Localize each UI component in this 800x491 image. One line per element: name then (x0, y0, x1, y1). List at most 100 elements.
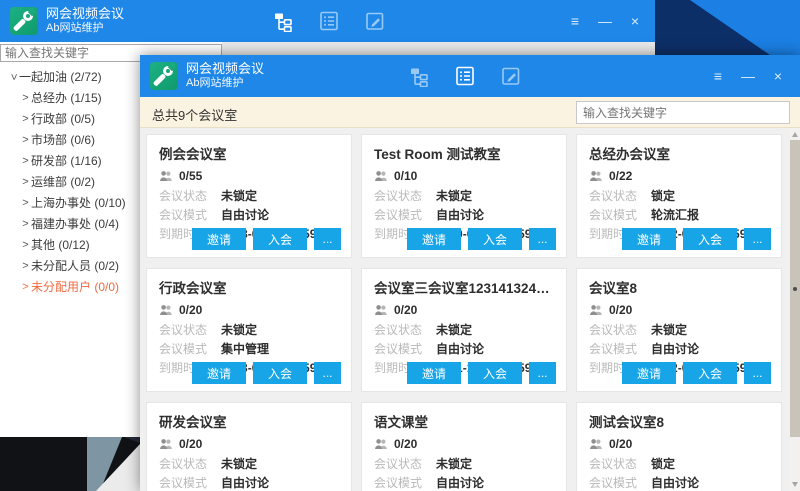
org-chart-icon[interactable] (408, 65, 430, 87)
mode-value: 集中管理 (221, 340, 269, 357)
status-value: 未锁定 (221, 455, 257, 472)
invite-button[interactable]: 邀请 (622, 362, 676, 384)
window-title: 网会视频会议 (186, 62, 264, 77)
join-button[interactable]: 入会 (683, 362, 737, 384)
scroll-down-icon[interactable] (792, 482, 798, 487)
chevron-right-icon[interactable]: > (20, 113, 31, 125)
participants-icon (374, 304, 388, 316)
invite-button[interactable]: 邀请 (407, 362, 461, 384)
chevron-right-icon[interactable]: > (20, 92, 31, 104)
room-name: 会议室8 (589, 277, 769, 297)
mode-value: 自由讨论 (221, 474, 269, 491)
join-button[interactable]: 入会 (253, 228, 307, 250)
edit-icon[interactable] (364, 10, 386, 32)
chevron-right-icon[interactable]: > (20, 239, 31, 251)
chevron-right-icon[interactable]: > (20, 281, 31, 293)
desktop-wallpaper-bottom-left (0, 437, 140, 491)
edit-icon[interactable] (500, 65, 522, 87)
mode-value: 自由讨论 (436, 340, 484, 357)
mode-label: 会议模式 (589, 206, 651, 223)
status-label: 会议状态 (159, 187, 221, 204)
tree-item-label: 市场部 (0/6) (31, 131, 95, 148)
participants-icon (374, 170, 388, 182)
chevron-right-icon[interactable]: > (20, 176, 31, 188)
mode-label: 会议模式 (159, 340, 221, 357)
menu-icon[interactable]: ≡ (708, 68, 728, 84)
status-label: 会议状态 (374, 187, 436, 204)
tree-item-label: 运维部 (0/2) (31, 173, 95, 190)
chevron-down-icon[interactable]: > (8, 71, 20, 82)
room-count-summary: 总共9个会议室 (152, 105, 237, 124)
more-button[interactable]: ... (744, 228, 771, 250)
tree-item-label: 一起加油 (2/72) (19, 68, 102, 85)
join-button[interactable]: 入会 (468, 362, 522, 384)
participants-icon (159, 438, 173, 450)
participant-count: 0/55 (179, 169, 202, 183)
room-search-input[interactable] (576, 101, 790, 124)
room-name: 测试会议室8 (589, 411, 769, 431)
participant-count: 0/20 (179, 303, 202, 317)
status-label: 会议状态 (589, 455, 651, 472)
desktop: 网会视频会议 Ab网站维护 ≡ — × (0, 0, 800, 491)
meeting-room-card: 例会会议室 0/55 会议状态 未锁定 会议模式 自由讨论 到期时间 2028-… (146, 134, 352, 258)
mode-label: 会议模式 (374, 474, 436, 491)
scrollbar-thumb[interactable] (790, 140, 800, 437)
chevron-right-icon[interactable]: > (20, 218, 31, 230)
more-button[interactable]: ... (314, 228, 341, 250)
status-value: 未锁定 (221, 321, 257, 338)
minimize-icon[interactable]: — (595, 13, 615, 29)
close-icon[interactable]: × (768, 68, 788, 84)
list-icon[interactable] (454, 65, 476, 87)
participants-icon (159, 170, 173, 182)
app-logo-wrench-icon (150, 62, 178, 90)
invite-button[interactable]: 邀请 (407, 228, 461, 250)
org-chart-icon[interactable] (272, 10, 294, 32)
tree-item-label: 其他 (0/12) (31, 236, 90, 253)
room-name: 行政会议室 (159, 277, 339, 297)
window-subtitle: Ab网站维护 (46, 22, 124, 35)
tree-item-label: 上海办事处 (0/10) (31, 194, 126, 211)
invite-button[interactable]: 邀请 (192, 228, 246, 250)
more-button[interactable]: ... (529, 228, 556, 250)
vertical-scrollbar[interactable] (790, 128, 800, 491)
close-icon[interactable]: × (625, 13, 645, 29)
room-name: 总经办会议室 (589, 143, 769, 163)
participant-count: 0/20 (609, 437, 632, 451)
chevron-right-icon[interactable]: > (20, 155, 31, 167)
room-name: 语文课堂 (374, 411, 554, 431)
status-label: 会议状态 (374, 455, 436, 472)
tree-item-label: 未分配用户 (0/0) (31, 278, 119, 295)
participant-count: 0/10 (394, 169, 417, 183)
menu-icon[interactable]: ≡ (565, 13, 585, 29)
chevron-right-icon[interactable]: > (20, 134, 31, 146)
invite-button[interactable]: 邀请 (622, 228, 676, 250)
mode-value: 自由讨论 (436, 206, 484, 223)
more-button[interactable]: ... (314, 362, 341, 384)
join-button[interactable]: 入会 (683, 228, 737, 250)
participant-count: 0/20 (179, 437, 202, 451)
chevron-right-icon[interactable]: > (20, 197, 31, 209)
participant-count: 0/22 (609, 169, 632, 183)
room-card-grid: 例会会议室 0/55 会议状态 未锁定 会议模式 自由讨论 到期时间 2028-… (140, 128, 790, 491)
tree-item-label: 未分配人员 (0/2) (31, 257, 119, 274)
meeting-room-card: 会议室三会议室123141324141三会... 0/20 会议状态 未锁定 会… (361, 268, 567, 392)
titlebar[interactable]: 网会视频会议 Ab网站维护 ≡ — × (0, 0, 655, 42)
window-subtitle: Ab网站维护 (186, 77, 264, 90)
status-label: 会议状态 (159, 321, 221, 338)
meeting-room-card: 测试会议室8 0/20 会议状态 锁定 会议模式 自由讨论 到期时间 2021-… (576, 402, 782, 491)
invite-button[interactable]: 邀请 (192, 362, 246, 384)
chevron-right-icon[interactable]: > (20, 260, 31, 272)
more-button[interactable]: ... (529, 362, 556, 384)
titlebar[interactable]: 网会视频会议 Ab网站维护 ≡ — × (140, 55, 800, 97)
participants-icon (589, 438, 603, 450)
participants-icon (159, 304, 173, 316)
join-button[interactable]: 入会 (253, 362, 307, 384)
list-icon[interactable] (318, 10, 340, 32)
status-value: 未锁定 (436, 187, 472, 204)
participants-icon (589, 304, 603, 316)
join-button[interactable]: 入会 (468, 228, 522, 250)
mode-value: 自由讨论 (221, 206, 269, 223)
more-button[interactable]: ... (744, 362, 771, 384)
minimize-icon[interactable]: — (738, 68, 758, 84)
scroll-up-icon[interactable] (792, 132, 798, 137)
